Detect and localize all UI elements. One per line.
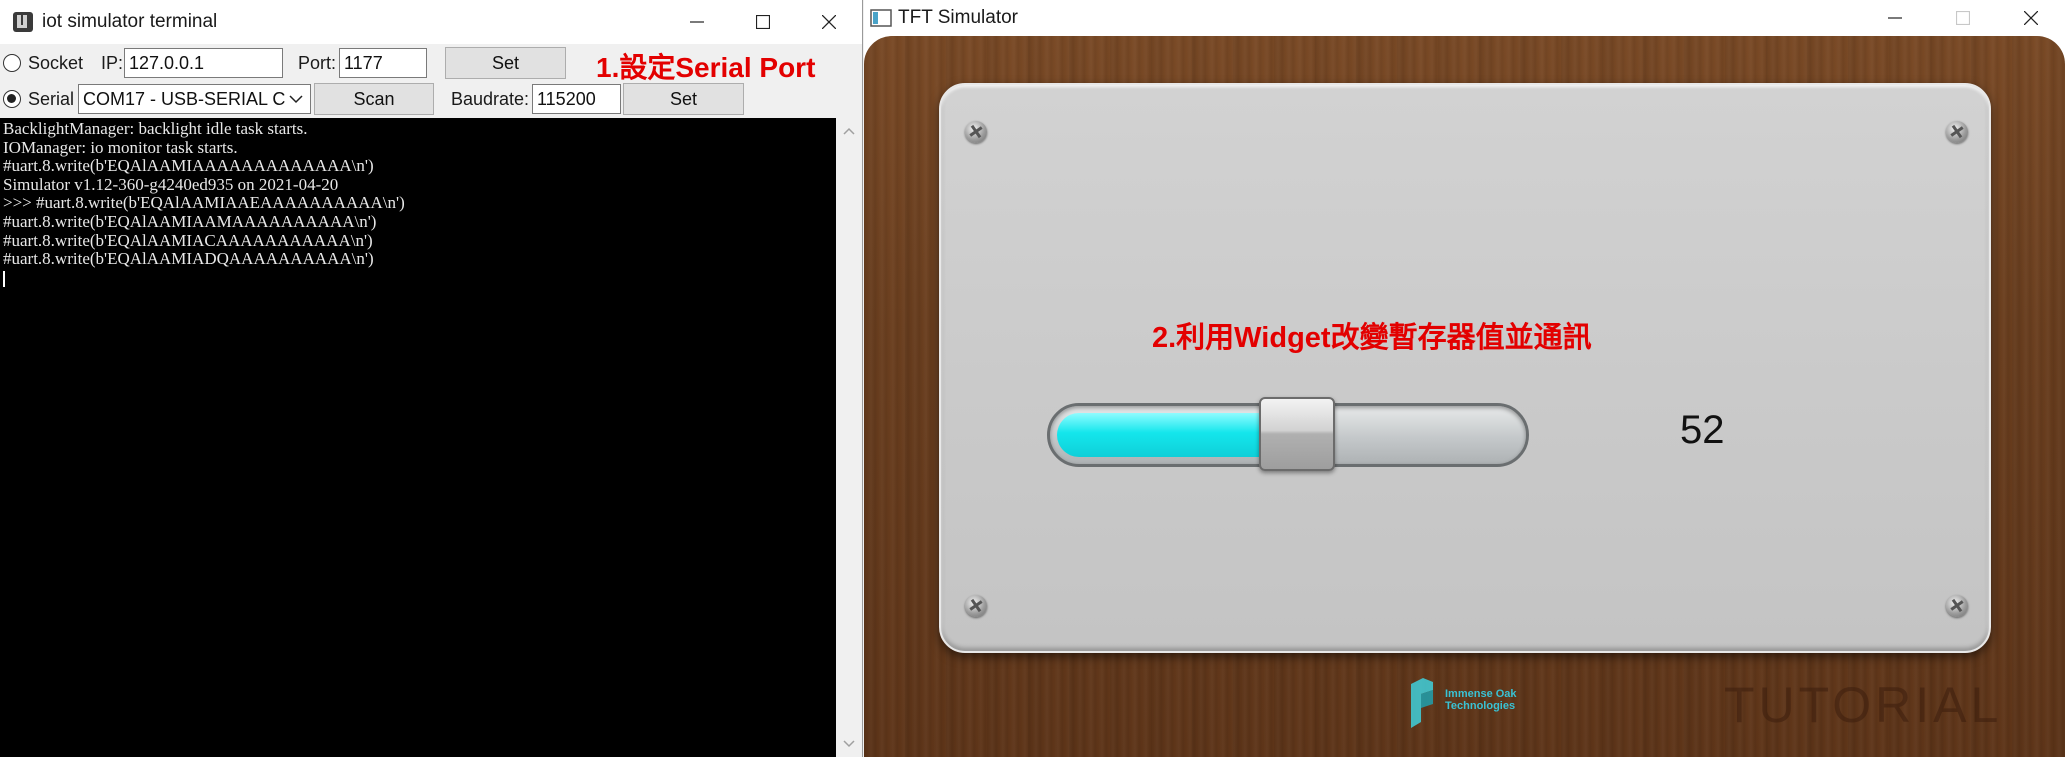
minimize-button[interactable]: [664, 0, 730, 44]
baudrate-label: Baudrate:: [451, 89, 530, 109]
terminal-line: #uart.8.write(b'EQAlAAMIAAAAAAAAAAAAA\n'…: [3, 156, 374, 176]
logo-line-1: Immense Oak: [1445, 688, 1517, 700]
serial-set-button[interactable]: Set: [623, 83, 744, 115]
metal-panel: 2.利用Widget改變暫存器值並通訊 52: [939, 83, 1991, 653]
slider-value: 52: [1680, 408, 1725, 452]
text-cursor: [3, 270, 5, 287]
slider-thumb[interactable]: [1259, 397, 1335, 471]
scroll-down-icon[interactable]: [836, 733, 862, 755]
terminal-output[interactable]: BacklightManager: backlight idle task st…: [0, 118, 836, 757]
logo-text: Immense Oak Technologies: [1445, 688, 1517, 712]
maximize-button[interactable]: [730, 0, 796, 44]
left-titlebar[interactable]: iot simulator terminal: [0, 0, 862, 44]
maximize-icon: [1956, 10, 1970, 25]
scan-button[interactable]: Scan: [314, 83, 434, 115]
app-icon: [12, 11, 34, 33]
port-label: Port:: [298, 53, 337, 73]
port-input[interactable]: 1177: [339, 48, 427, 78]
terminal-line: Simulator v1.12-360-g4240ed935 on 2021-0…: [3, 174, 339, 194]
window-title: TFT Simulator: [898, 6, 1019, 28]
terminal-line: IOManager: io monitor task starts.: [3, 137, 238, 157]
iot-simulator-window: iot simulator terminal Socket IP: 127.0.…: [0, 0, 863, 757]
chevron-down-icon[interactable]: [286, 85, 306, 113]
minimize-icon: [690, 21, 704, 23]
socket-label: Socket: [28, 53, 84, 73]
close-icon: [2024, 10, 2038, 25]
tft-app-icon: [870, 7, 892, 29]
screw-icon: [1946, 595, 1968, 617]
logo-line-2: Technologies: [1445, 700, 1516, 712]
serial-row: Serial COM17 - USB-SERIAL CH Scan Baudra…: [0, 83, 862, 117]
minimize-button[interactable]: [1861, 0, 1929, 35]
serial-radio[interactable]: [3, 90, 21, 108]
tft-simulator-window: TFT Simulator 2.利用Widget改變暫存器值並通訊 52 Imm…: [864, 0, 2065, 757]
oak-logo-icon: [1411, 678, 1433, 728]
screw-icon: [965, 121, 987, 143]
baudrate-input[interactable]: 115200: [532, 84, 621, 114]
terminal-line: >>> #uart.8.write(b'EQAlAAMIAAEAAAAAAAAA…: [3, 193, 405, 213]
maximize-button: [1929, 0, 1997, 35]
ip-input[interactable]: 127.0.0.1: [124, 48, 283, 78]
terminal-scrollbar[interactable]: [836, 118, 862, 757]
tutorial-watermark: TUTORIAL: [1724, 677, 2003, 733]
terminal-line: BacklightManager: backlight idle task st…: [3, 119, 308, 138]
close-button[interactable]: [796, 0, 862, 44]
socket-radio[interactable]: [3, 54, 21, 72]
serial-port-value: COM17 - USB-SERIAL CH: [83, 89, 299, 109]
socket-set-button[interactable]: Set: [445, 47, 566, 79]
annotation-widget: 2.利用Widget改變暫存器值並通訊: [1152, 322, 1592, 354]
annotation-serial-port: 1.設定Serial Port: [596, 52, 816, 83]
minimize-icon: [1888, 16, 1902, 19]
scroll-up-icon[interactable]: [836, 120, 862, 142]
terminal-cursor-line: [3, 269, 833, 288]
screw-icon: [1946, 121, 1968, 143]
window-title: iot simulator terminal: [42, 11, 218, 32]
screw-icon: [965, 595, 987, 617]
terminal-line: #uart.8.write(b'EQAlAAMIADQAAAAAAAAAA\n'…: [3, 249, 374, 269]
terminal-line: #uart.8.write(b'EQAlAAMIAAMAAAAAAAAAA\n'…: [3, 211, 377, 231]
close-icon: [822, 15, 836, 29]
terminal-line: #uart.8.write(b'EQAlAAMIACAAAAAAAAAAA\n'…: [3, 230, 373, 250]
maximize-icon: [756, 15, 770, 29]
serial-label: Serial: [28, 89, 75, 109]
right-titlebar[interactable]: TFT Simulator: [864, 0, 2065, 35]
close-button[interactable]: [1997, 0, 2065, 35]
serial-port-select[interactable]: COM17 - USB-SERIAL CH: [78, 84, 311, 114]
ip-label: IP:: [101, 53, 124, 73]
wood-background: 2.利用Widget改變暫存器值並通訊 52 Immense Oak Techn…: [864, 36, 2065, 757]
immense-oak-logo: Immense Oak Technologies: [1407, 674, 1537, 730]
